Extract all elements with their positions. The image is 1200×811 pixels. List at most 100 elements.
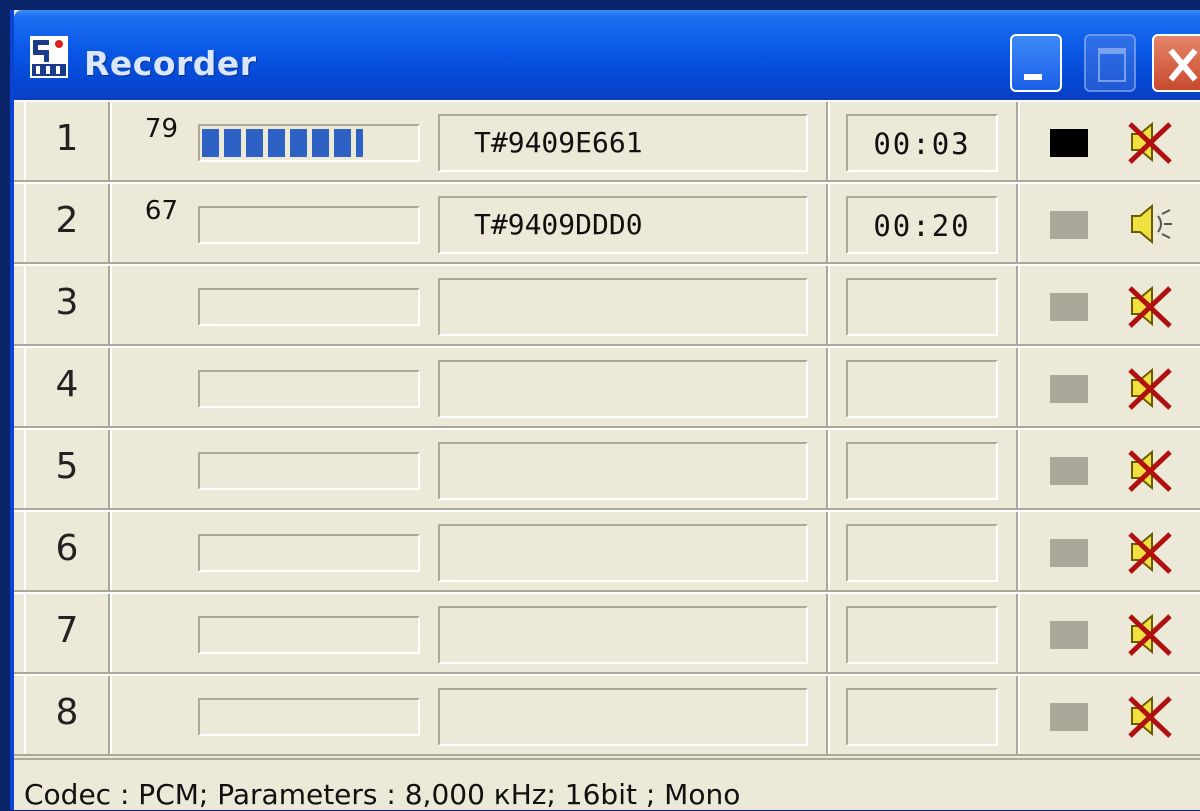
channel-time-cell <box>828 348 1018 426</box>
level-meter <box>198 288 420 326</box>
level-value: 79 <box>144 114 178 144</box>
recording-indicator <box>1050 703 1088 731</box>
channel-control-cell <box>1018 102 1200 180</box>
duration-field <box>846 606 998 664</box>
channel-number-cell: 6 <box>24 512 110 590</box>
channel-number: 7 <box>55 610 79 651</box>
channel-time-cell: 00:20 <box>828 184 1018 262</box>
channel-number-cell: 4 <box>24 348 110 426</box>
speaker-muted-icon[interactable] <box>1124 116 1176 168</box>
channel-row-4: 4 <box>14 346 1200 428</box>
call-id-field <box>438 360 808 418</box>
channel-row-8: 8 <box>14 674 1200 756</box>
channel-main-cell: 67 T#9409DDD0 <box>110 184 828 262</box>
channel-control-cell <box>1018 676 1200 754</box>
channel-row-3: 3 <box>14 264 1200 346</box>
channel-time-cell <box>828 676 1018 754</box>
level-value: 67 <box>144 196 178 226</box>
maximize-button[interactable] <box>1084 34 1136 92</box>
channel-time-cell <box>828 266 1018 344</box>
level-meter <box>198 370 420 408</box>
channel-number-cell: 7 <box>24 594 110 672</box>
channel-number-cell: 8 <box>24 676 110 754</box>
level-meter <box>198 534 420 572</box>
recording-indicator <box>1050 129 1088 157</box>
channel-time-cell <box>828 430 1018 508</box>
channel-row-7: 7 <box>14 592 1200 674</box>
channel-main-cell: 79 T#9409E661 <box>110 102 828 180</box>
channel-time-cell <box>828 512 1018 590</box>
recording-indicator <box>1050 621 1088 649</box>
channel-main-cell <box>110 512 828 590</box>
recording-indicator <box>1050 539 1088 567</box>
channel-row-6: 6 <box>14 510 1200 592</box>
call-id: T#9409E661 <box>474 126 643 159</box>
close-button[interactable] <box>1152 34 1200 92</box>
level-meter <box>198 698 420 736</box>
window-title: Recorder <box>84 44 257 83</box>
channel-main-cell <box>110 348 828 426</box>
duration-field <box>846 442 998 500</box>
channel-time-cell <box>828 594 1018 672</box>
call-id-field <box>438 442 808 500</box>
level-meter <box>198 124 420 162</box>
channel-number: 1 <box>55 118 79 159</box>
channel-number: 4 <box>55 364 79 405</box>
channel-grid: 1 79 T#9409E661 00:03 2 67 T#9409DDD0 00… <box>14 100 1200 758</box>
title-bar[interactable]: Recorder <box>14 10 1200 100</box>
channel-row-2: 2 67 T#9409DDD0 00:20 <box>14 182 1200 264</box>
level-meter-fill <box>202 129 363 157</box>
channel-row-1: 1 79 T#9409E661 00:03 <box>14 100 1200 182</box>
channel-main-cell <box>110 676 828 754</box>
recording-indicator <box>1050 293 1088 321</box>
recorder-window: Recorder 1 79 T#9409E661 00:03 2 67 T#94… <box>10 10 1200 811</box>
recorder-app-icon <box>30 36 68 78</box>
status-bar: Codec : PCM; Parameters : 8,000 кHz; 16b… <box>14 758 1200 811</box>
speaker-muted-icon[interactable] <box>1124 280 1176 332</box>
duration-field <box>846 524 998 582</box>
channel-number-cell: 2 <box>24 184 110 262</box>
speaker-muted-icon[interactable] <box>1124 690 1176 742</box>
call-id-field <box>438 688 808 746</box>
channel-number-cell: 3 <box>24 266 110 344</box>
recording-indicator <box>1050 375 1088 403</box>
minimize-button[interactable] <box>1010 34 1062 92</box>
call-id-field <box>438 524 808 582</box>
speaker-muted-icon[interactable] <box>1124 526 1176 578</box>
status-text: Codec : PCM; Parameters : 8,000 кHz; 16b… <box>24 778 741 811</box>
channel-row-5: 5 <box>14 428 1200 510</box>
channel-control-cell <box>1018 512 1200 590</box>
call-id-field <box>438 278 808 336</box>
speaker-icon[interactable] <box>1124 198 1176 250</box>
speaker-muted-icon[interactable] <box>1124 608 1176 660</box>
channel-control-cell <box>1018 184 1200 262</box>
recording-indicator <box>1050 211 1088 239</box>
channel-control-cell <box>1018 266 1200 344</box>
call-id-field: T#9409E661 <box>438 114 808 172</box>
speaker-muted-icon[interactable] <box>1124 444 1176 496</box>
channel-number: 8 <box>55 692 79 733</box>
duration-field: 00:20 <box>846 196 998 254</box>
channel-control-cell <box>1018 430 1200 508</box>
speaker-muted-icon[interactable] <box>1124 362 1176 414</box>
duration-field <box>846 278 998 336</box>
channel-number: 5 <box>55 446 79 487</box>
channel-main-cell <box>110 594 828 672</box>
duration-field <box>846 360 998 418</box>
call-id: T#9409DDD0 <box>474 208 643 241</box>
channel-number-cell: 5 <box>24 430 110 508</box>
level-meter <box>198 616 420 654</box>
duration: 00:20 <box>873 209 971 243</box>
channel-control-cell <box>1018 348 1200 426</box>
channel-number-cell: 1 <box>24 102 110 180</box>
channel-main-cell <box>110 266 828 344</box>
channel-number: 3 <box>55 282 79 323</box>
channel-number: 2 <box>55 200 79 241</box>
level-meter <box>198 452 420 490</box>
channel-control-cell <box>1018 594 1200 672</box>
call-id-field: T#9409DDD0 <box>438 196 808 254</box>
channel-number: 6 <box>55 528 79 569</box>
call-id-field <box>438 606 808 664</box>
recording-indicator <box>1050 457 1088 485</box>
duration-field: 00:03 <box>846 114 998 172</box>
